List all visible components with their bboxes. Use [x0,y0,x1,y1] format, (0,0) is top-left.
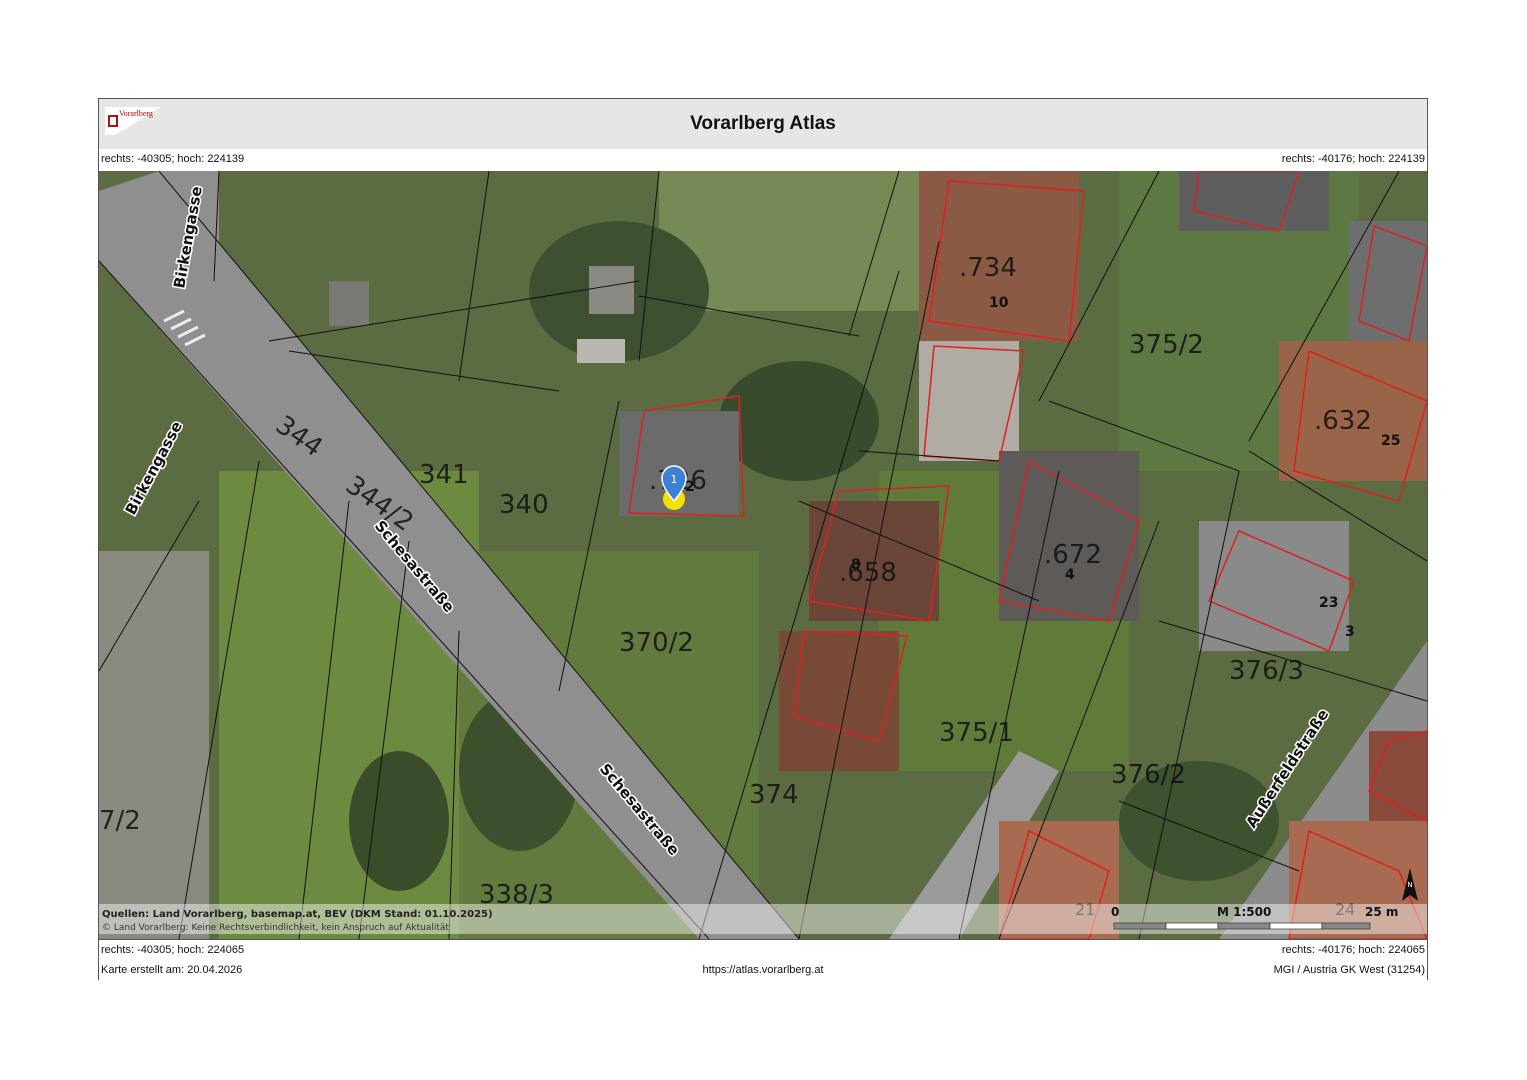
parcel-label-734: .734 [959,253,1017,283]
map-frame: Vorarlberg Vorarlberg Atlas rechts: -403… [98,98,1428,980]
parcel-label-340: 340 [499,490,549,520]
coord-top-right: rechts: -40176; hoch: 224139 [1281,153,1425,165]
parcel-label-658: .658 [839,558,897,588]
disclaimer-line: © Land Vorarlberg: Keine Rechtsverbindli… [102,923,449,933]
house-number-2: 2 [685,479,695,495]
coord-bottom-right: rechts: -40176; hoch: 224065 [1281,944,1425,956]
sources-line: Quellen: Land Vorarlberg, basemap.at, BE… [102,909,493,920]
crs-label: MGI / Austria GK West (31254) [1273,964,1425,976]
map-view[interactable]: 344 344/2 341 340 370/2 374 338/3 7/2 .7… [99,171,1427,939]
parcel-label-632: .632 [1314,406,1372,436]
scale-zero: 0 [1111,905,1119,919]
location-marker-icon[interactable]: 1 [661,465,687,510]
parcel-label-375-1: 375/1 [939,718,1014,748]
parcel-label-7-2: 7/2 [99,806,141,836]
parcel-label-341: 341 [419,460,469,490]
coord-bottom-left: rechts: -40305; hoch: 224065 [101,944,245,956]
parcel-label-672: .672 [1044,540,1102,570]
parcel-label-370-2: 370/2 [619,628,694,658]
footer-bar: Karte erstellt am: 20.04.2026 https://at… [99,961,1427,980]
north-label: N [1407,881,1412,889]
house-number-8: 8 [851,557,861,573]
page-title: Vorarlberg Atlas [690,113,836,134]
house-number-4: 4 [1065,567,1075,583]
scale-ratio: M 1:500 [1217,905,1271,919]
bottom-coordinate-strip: rechts: -40305; hoch: 224065 rechts: -40… [99,939,1427,963]
house-number-25: 25 [1381,433,1400,449]
house-number-3: 3 [1345,624,1355,640]
parcel-label-376-3: 376/3 [1229,656,1304,686]
marker-number: 1 [671,473,678,486]
house-number-10: 10 [989,295,1009,311]
atlas-url-link[interactable]: https://atlas.vorarlberg.at [99,964,1427,976]
header-bar: Vorarlberg Vorarlberg Atlas [99,99,1427,150]
parcel-label-376-2: 376/2 [1111,760,1186,790]
coord-top-left: rechts: -40305; hoch: 224139 [101,153,245,165]
house-number-23: 23 [1319,595,1338,611]
parcel-label-374: 374 [749,780,799,810]
scale-end: 25 m [1365,905,1398,919]
parcel-label-375-2: 375/2 [1129,330,1204,360]
map-canvas: 344 344/2 341 340 370/2 374 338/3 7/2 .7… [99,171,1427,939]
top-coordinate-strip: rechts: -40305; hoch: 224139 rechts: -40… [99,149,1427,172]
